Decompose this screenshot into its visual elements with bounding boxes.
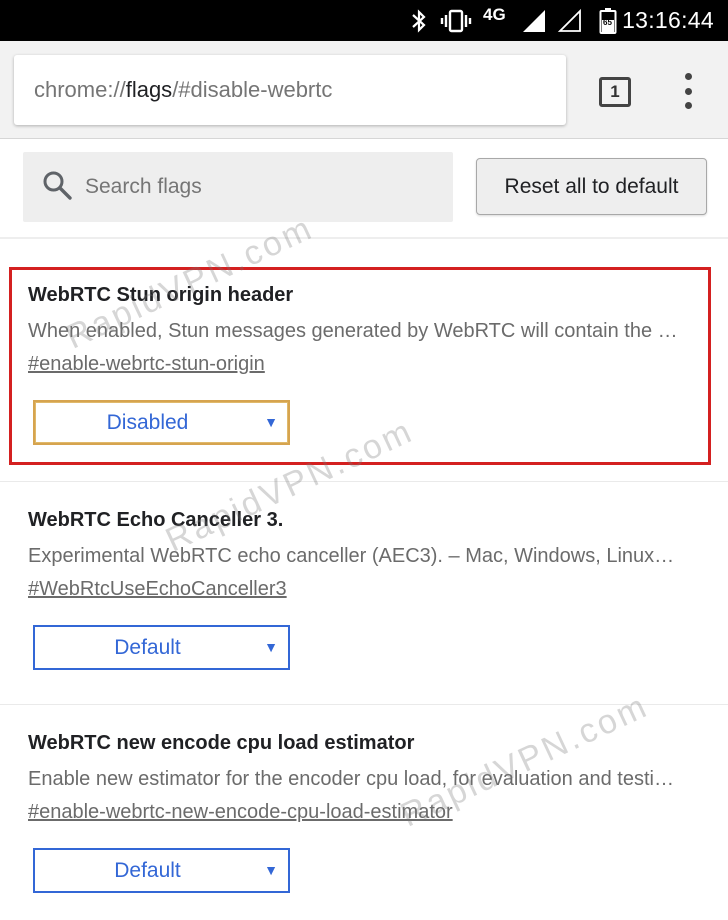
divider	[0, 704, 728, 705]
experiment-state-select[interactable]: Default ▼	[33, 848, 290, 893]
experiment-webrtc-encode-cpu-estimator: WebRTC new encode cpu load estimator Ena…	[28, 732, 700, 893]
experiment-link[interactable]: #WebRtcUseEchoCanceller3	[28, 578, 287, 601]
experiment-title: WebRTC Echo Canceller 3.	[28, 509, 284, 531]
url-host: flags	[125, 77, 173, 102]
url-path: /#disable-webrtc	[172, 77, 333, 102]
vibrate-icon	[438, 0, 474, 41]
browser-toolbar: chrome://flags/#disable-webrtc 1	[0, 41, 728, 139]
experiment-title: WebRTC new encode cpu load estimator	[28, 732, 415, 754]
signal-icon	[520, 0, 548, 41]
reset-all-button[interactable]: Reset all to default	[476, 158, 707, 215]
network-type: 4G	[483, 5, 506, 24]
status-time: 13:16:44	[622, 7, 714, 33]
search-flags-input[interactable]	[85, 175, 425, 199]
select-value: Default	[114, 858, 181, 882]
menu-dots-icon[interactable]	[678, 73, 698, 109]
bluetooth-icon	[406, 0, 432, 41]
tab-switcher-button[interactable]: 1	[599, 77, 631, 107]
experiment-description: Enable new estimator for the encoder cpu…	[28, 768, 678, 790]
tab-count: 1	[610, 82, 620, 101]
search-box[interactable]	[23, 152, 453, 222]
select-value: Default	[114, 635, 181, 659]
battery-level: 65	[603, 18, 612, 27]
select-value: Disabled	[106, 410, 189, 434]
dropdown-arrow-icon: ▼	[264, 639, 278, 655]
signal-empty-icon	[556, 0, 584, 41]
experiment-description: When enabled, Stun messages generated by…	[28, 320, 678, 342]
experiment-title: WebRTC Stun origin header	[28, 284, 294, 306]
divider	[0, 481, 728, 482]
status-bar: 4G 65 13:16:44	[0, 0, 728, 41]
dropdown-arrow-icon: ▼	[264, 414, 278, 430]
flags-search-section: Reset all to default	[0, 139, 728, 239]
experiment-state-select[interactable]: Default ▼	[33, 625, 290, 670]
experiment-webrtc-echo-canceller: WebRTC Echo Canceller 3. Experimental We…	[28, 509, 700, 670]
experiment-description: Experimental WebRTC echo canceller (AEC3…	[28, 545, 678, 567]
experiment-link[interactable]: #enable-webrtc-stun-origin	[28, 353, 265, 376]
experiment-webrtc-stun-origin: WebRTC Stun origin header When enabled, …	[28, 284, 700, 445]
dropdown-arrow-icon: ▼	[264, 862, 278, 878]
experiment-link[interactable]: #enable-webrtc-new-encode-cpu-load-estim…	[28, 801, 453, 824]
experiment-state-select[interactable]: Disabled ▼	[33, 400, 290, 445]
search-icon	[41, 169, 73, 206]
url-scheme: chrome://	[34, 77, 126, 102]
url-bar[interactable]: chrome://flags/#disable-webrtc	[14, 55, 566, 125]
